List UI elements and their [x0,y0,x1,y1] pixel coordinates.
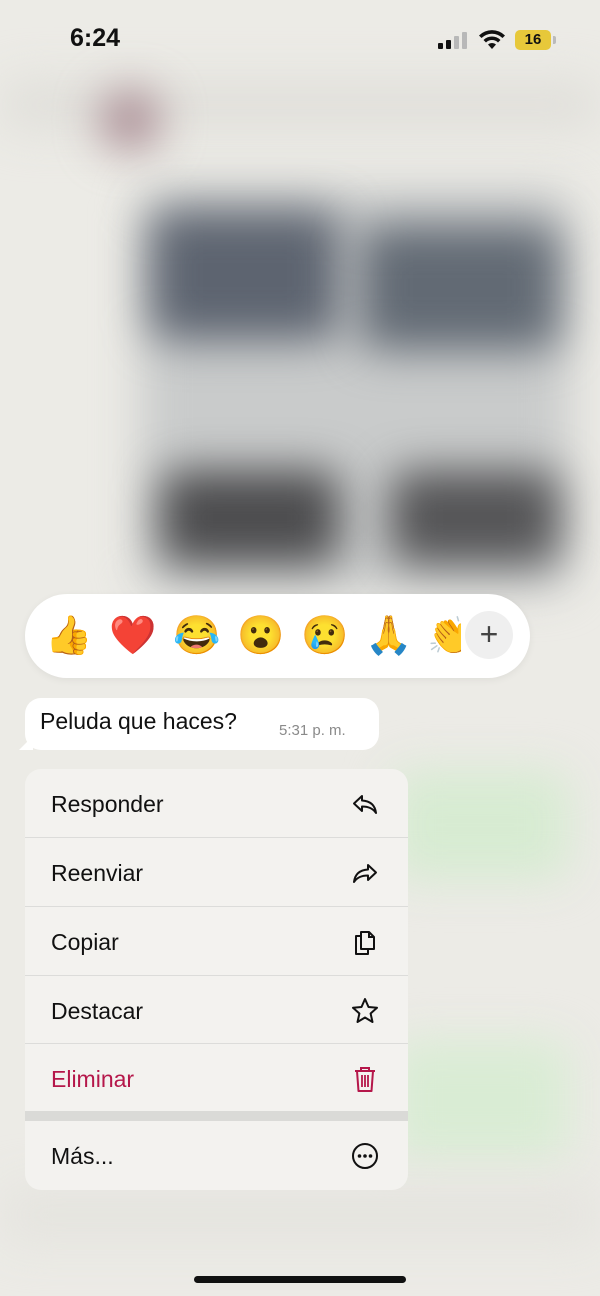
message-text: Peluda que haces? [40,708,237,734]
reply-icon [353,795,377,814]
menu-item-star[interactable]: Destacar [25,976,408,1044]
status-time: 6:24 [70,24,121,52]
battery-level: 16 [524,31,542,48]
menu-item-label: Copiar [51,929,119,955]
cellular-signal-icon [438,31,468,49]
forward-icon [353,864,377,883]
menu-item-label: Eliminar [51,1066,135,1092]
battery-icon: 16 [515,30,556,50]
star-icon [352,998,378,1023]
menu-item-label: Destacar [51,998,144,1024]
wifi-icon [479,30,505,49]
reaction-praying[interactable]: 🙏 [365,612,413,660]
copy-icon [355,931,375,955]
reaction-thumbs-up[interactable]: 👍 [45,612,93,660]
more-icon [352,1143,378,1169]
status-bar: 6:24 16 [0,0,600,80]
menu-item-copy[interactable]: Copiar [25,907,408,975]
trash-icon [355,1067,375,1092]
menu-item-delete[interactable]: Eliminar [25,1044,408,1112]
message-bubble[interactable]: Peluda que haces? 5:31 p. m. [19,698,379,750]
menu-item-label: Responder [51,791,164,817]
home-indicator[interactable] [194,1276,406,1283]
reaction-clapping[interactable]: 👏 [427,612,461,660]
message-timestamp: 5:31 p. m. [279,722,346,739]
reaction-heart[interactable]: ❤️ [109,612,157,660]
menu-item-label: Reenviar [51,860,144,886]
reaction-crying[interactable]: 😢 [301,612,349,660]
reaction-bar: 👍 ❤️ 😂 😮 😢 🙏 👏 + [25,594,530,678]
menu-item-forward[interactable]: Reenviar [25,838,408,906]
reaction-surprised[interactable]: 😮 [237,612,285,660]
menu-item-reply[interactable]: Responder [25,769,408,837]
menu-item-label: Más... [51,1143,114,1169]
reaction-laughing[interactable]: 😂 [173,612,221,660]
message-context-menu: Responder Reenviar Copiar Destacar Elimi… [25,769,408,1190]
menu-item-more[interactable]: Más... [25,1121,408,1189]
add-reaction-button[interactable]: + [465,611,513,659]
